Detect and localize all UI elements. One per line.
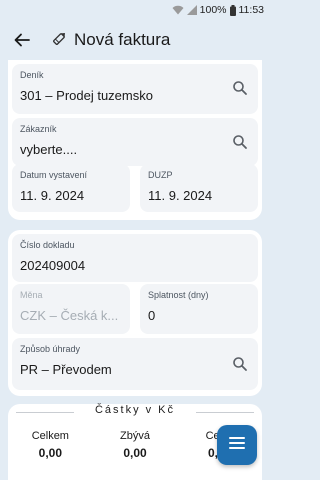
mena-label: Měna [20, 290, 43, 300]
duzp-field[interactable]: DUZP 11. 9. 2024 [140, 164, 258, 212]
denik-value: 301 – Prodej tuzemsko [20, 88, 153, 103]
duzp-label: DUZP [148, 170, 173, 180]
datum-vystaveni-label: Datum vystavení [20, 170, 88, 180]
pencil-icon [52, 30, 68, 51]
cislo-dokladu-label: Číslo dokladu [20, 240, 75, 250]
arrow-back-icon[interactable] [12, 30, 32, 50]
search-icon[interactable] [232, 134, 248, 150]
datum-vystaveni-field[interactable]: Datum vystavení 11. 9. 2024 [12, 164, 130, 212]
splatnost-field[interactable]: Splatnost (dny) 0 [140, 284, 258, 334]
denik-field[interactable]: Deník 301 – Prodej tuzemsko [12, 64, 258, 114]
menu-fab-button[interactable] [217, 425, 257, 465]
amount-label: Celkem [31, 430, 69, 442]
zakaznik-value: vyberte.... [20, 142, 78, 157]
denik-label: Deník [20, 70, 44, 80]
status-bar: 100% 11:53 [0, 0, 270, 20]
amount-value: 0,00 [123, 446, 147, 460]
zakaznik-label: Zákazník [20, 124, 57, 134]
datum-vystaveni-value: 11. 9. 2024 [20, 188, 85, 203]
clock: 11:53 [238, 4, 265, 16]
zpusob-uhrady-value: PR – Převodem [20, 362, 112, 377]
amount-zbyva: Zbývá 0,00 [93, 430, 178, 460]
page-title: Nová faktura [74, 30, 171, 49]
zpusob-uhrady-field[interactable]: Způsob úhrady PR – Převodem [12, 338, 258, 390]
amount-value: 0,00 [38, 446, 63, 460]
splatnost-label: Splatnost (dny) [148, 290, 209, 300]
mena-field: Měna CZK – Česká k... [12, 284, 130, 334]
app-bar: Nová faktura [0, 20, 270, 60]
amounts-title: Částky v Kč [0, 404, 270, 416]
amount-celkem: Celkem 0,00 [8, 430, 93, 460]
search-icon[interactable] [232, 80, 248, 96]
battery-level: 100% [199, 4, 227, 16]
zakaznik-field[interactable]: Zákazník vyberte.... [12, 118, 258, 166]
search-icon[interactable] [232, 356, 248, 372]
wifi-icon [172, 5, 184, 15]
cislo-dokladu-value: 202409004 [20, 258, 86, 273]
duzp-value: 11. 9. 2024 [148, 188, 213, 203]
signal-icon [186, 5, 197, 15]
zpusob-uhrady-label: Způsob úhrady [20, 344, 81, 354]
amount-label: Zbývá [120, 430, 150, 442]
battery-icon [229, 4, 236, 16]
menu-icon [229, 436, 245, 454]
mena-value: CZK – Česká k... [20, 308, 119, 323]
cislo-dokladu-field[interactable]: Číslo dokladu 202409004 [12, 234, 258, 282]
splatnost-value: 0 [148, 308, 156, 323]
